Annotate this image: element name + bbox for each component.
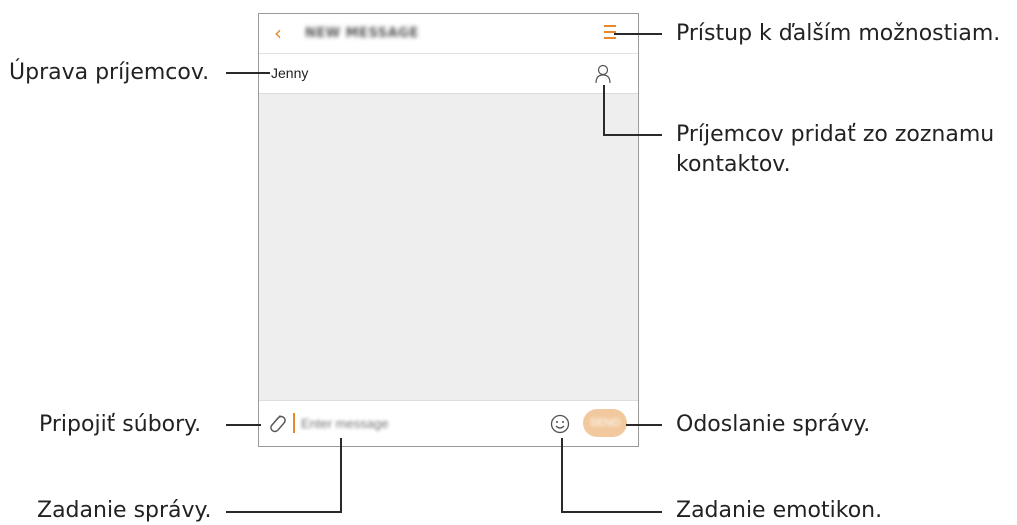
callout-add-from-contacts-line1: Príjemcov pridať zo zoznamu	[676, 122, 995, 147]
recipient-name[interactable]: Jenny	[271, 65, 308, 81]
back-chevron-icon[interactable]: ‹	[274, 22, 282, 44]
send-button-label: SEND	[589, 417, 621, 429]
callout-line-enter-message-v	[340, 438, 342, 513]
callout-enter-emoticon: Zadanie emotikon.	[676, 498, 883, 523]
message-compose-screen: ‹ NEW MESSAGE Jenny SEND	[258, 13, 639, 447]
callout-line-edit-recipients	[226, 72, 270, 74]
smiley-icon[interactable]	[550, 414, 570, 434]
callout-send-message: Odoslanie správy.	[676, 412, 871, 437]
recipient-field[interactable]: Jenny	[259, 54, 638, 94]
callout-attach-files: Pripojiť súbory.	[39, 412, 202, 437]
app-bar: ‹ NEW MESSAGE	[259, 14, 638, 54]
callout-line-enter-message-h	[226, 511, 342, 513]
callout-line-enter-emoticon-h	[561, 511, 662, 513]
menu-icon[interactable]	[604, 23, 616, 41]
screen-title: NEW MESSAGE	[305, 26, 419, 41]
person-icon[interactable]	[595, 64, 611, 84]
paperclip-icon[interactable]	[267, 411, 287, 435]
callout-enter-message: Zadanie správy.	[37, 498, 212, 523]
message-input[interactable]	[301, 412, 501, 434]
callout-edit-recipients: Úprava príjemcov.	[9, 60, 210, 85]
send-button[interactable]: SEND	[583, 409, 627, 437]
callout-line-enter-emoticon-v	[561, 438, 563, 513]
text-cursor	[293, 413, 295, 433]
callout-line-add-contacts-v	[603, 85, 605, 135]
callout-line-more-options	[614, 33, 662, 35]
callout-line-add-contacts-h	[603, 134, 662, 136]
callout-line-send-message	[626, 424, 662, 426]
callout-line-attach-files	[226, 424, 261, 426]
compose-bar: SEND	[259, 400, 638, 446]
callout-add-from-contacts-line2: kontaktov.	[676, 152, 791, 177]
callout-more-options: Prístup k ďalším možnostiam.	[676, 21, 1001, 46]
